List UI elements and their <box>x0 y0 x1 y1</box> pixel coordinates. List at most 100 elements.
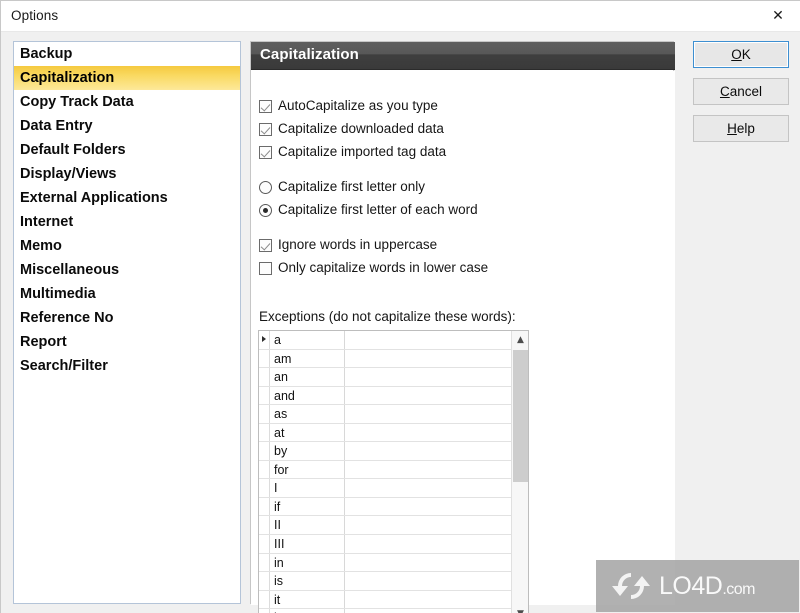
sidebar-item-label: Copy Track Data <box>20 94 134 110</box>
checkbox-checked-icon[interactable] <box>259 99 272 113</box>
close-icon[interactable]: ✕ <box>755 1 800 31</box>
chevron-up-icon[interactable]: ▲ <box>512 331 528 348</box>
row-gutter <box>259 497 270 516</box>
checkbox-checked-icon[interactable] <box>259 145 272 159</box>
sidebar-item-data-entry[interactable]: Data Entry <box>14 114 240 138</box>
checkbox-2[interactable]: Capitalize imported tag data <box>259 142 446 162</box>
sidebar-item-label: Data Entry <box>20 118 93 134</box>
ok-button[interactable]: OK <box>693 41 789 68</box>
sidebar-item-backup[interactable]: Backup <box>14 42 240 66</box>
row-empty-area <box>345 331 511 349</box>
exception-word: am <box>270 349 345 368</box>
radio-1-label: Capitalize first letter of each word <box>278 202 478 217</box>
sidebar-item-miscellaneous[interactable]: Miscellaneous <box>14 258 240 282</box>
row-gutter <box>259 609 270 613</box>
sidebar-item-display-views[interactable]: Display/Views <box>14 162 240 186</box>
sidebar-item-label: Internet <box>20 214 74 230</box>
table-row[interactable]: II <box>259 516 511 536</box>
exception-word: and <box>270 386 345 405</box>
table-row[interactable]: if <box>259 497 511 517</box>
row-empty-area <box>345 590 511 609</box>
help-button[interactable]: Help <box>693 115 789 142</box>
checkbox-checked-icon[interactable] <box>259 238 272 252</box>
row-gutter <box>259 386 270 405</box>
sidebar-item-internet[interactable]: Internet <box>14 210 240 234</box>
sidebar-item-label: Display/Views <box>20 166 117 182</box>
checkbox-1[interactable]: Capitalize downloaded data <box>259 119 444 139</box>
row-empty-area <box>345 609 511 613</box>
radio-unchecked-icon[interactable] <box>259 180 272 194</box>
table-row[interactable]: at <box>259 423 511 443</box>
button-label: elp <box>736 121 755 136</box>
sidebar-item-copy-track-data[interactable]: Copy Track Data <box>14 90 240 114</box>
row-gutter <box>259 553 270 572</box>
sidebar-item-label: Search/Filter <box>20 358 108 374</box>
table-row[interactable]: by <box>259 442 511 461</box>
table-row[interactable]: it <box>259 590 511 610</box>
cancel-button[interactable]: Cancel <box>693 78 789 105</box>
checkbox-0[interactable]: AutoCapitalize as you type <box>259 96 438 116</box>
sidebar-item-memo[interactable]: Memo <box>14 234 240 258</box>
title-bar: Options ✕ <box>1 1 800 32</box>
sidebar-item-label: Report <box>20 334 67 350</box>
table-row[interactable]: is <box>259 572 511 591</box>
row-gutter <box>259 423 270 442</box>
table-row[interactable]: I <box>259 479 511 498</box>
row-empty-area <box>345 479 511 497</box>
exception-word: an <box>270 368 345 386</box>
table-row[interactable]: it's <box>259 609 511 613</box>
table-row[interactable]: am <box>259 349 511 369</box>
sidebar-item-default-folders[interactable]: Default Folders <box>14 138 240 162</box>
sidebar-item-search-filter[interactable]: Search/Filter <box>14 354 240 378</box>
exception-word: by <box>270 442 345 460</box>
table-row[interactable]: a <box>259 331 511 350</box>
exceptions-grid[interactable]: aamanandasatbyforIifIIIIIinisitit's ▲ ▼ <box>258 330 529 613</box>
chevron-down-icon[interactable]: ▼ <box>512 605 528 613</box>
panel-title: Capitalization <box>260 46 359 63</box>
radio-0-label: Capitalize first letter only <box>278 179 426 194</box>
row-empty-area <box>345 535 511 553</box>
watermark-suffix: .com <box>722 580 755 598</box>
category-list[interactable]: Backup Capitalization Copy Track Data Data … <box>13 41 241 604</box>
radio-0[interactable]: Capitalize first letter only <box>259 177 425 197</box>
row-gutter <box>259 516 270 535</box>
row-gutter <box>259 590 270 609</box>
sidebar-item-reference-no[interactable]: Reference No <box>14 306 240 330</box>
row-gutter <box>259 572 270 590</box>
checkbox-lower-0[interactable]: Ignore words in uppercase <box>259 235 437 255</box>
button-mnemonic: C <box>719 84 730 99</box>
exceptions-scrollbar[interactable]: ▲ ▼ <box>511 331 528 613</box>
row-gutter <box>259 460 270 479</box>
row-empty-area <box>345 572 511 590</box>
sidebar-item-multimedia[interactable]: Multimedia <box>14 282 240 306</box>
exception-word: at <box>270 423 345 442</box>
settings-panel: Capitalization AutoCapitalize as you typ… <box>250 41 675 613</box>
table-row[interactable]: in <box>259 553 511 573</box>
table-row[interactable]: for <box>259 460 511 480</box>
radio-checked-icon[interactable] <box>259 203 272 217</box>
exception-word: II <box>270 516 345 535</box>
exception-word: it <box>270 590 345 609</box>
button-label: K <box>741 47 751 62</box>
sidebar-item-label: Multimedia <box>20 286 96 302</box>
scrollbar-thumb[interactable] <box>513 350 528 482</box>
sidebar-item-report[interactable]: Report <box>14 330 240 354</box>
sidebar-item-capitalization[interactable]: Capitalization <box>14 66 240 90</box>
current-row-indicator-icon <box>259 331 270 349</box>
table-row[interactable]: an <box>259 368 511 387</box>
sidebar-item-label: Capitalization <box>20 70 115 86</box>
checkbox-unchecked-icon[interactable] <box>259 261 272 275</box>
table-row[interactable]: as <box>259 405 511 424</box>
sidebar-item-label: Memo <box>20 238 62 254</box>
row-empty-area <box>345 442 511 460</box>
exception-word: in <box>270 553 345 572</box>
exceptions-grid-rows[interactable]: aamanandasatbyforIifIIIIIinisitit's <box>259 331 511 613</box>
sidebar-item-label: External Applications <box>20 190 168 206</box>
checkbox-checked-icon[interactable] <box>259 122 272 136</box>
table-row[interactable]: and <box>259 386 511 406</box>
checkbox-lower-1[interactable]: Only capitalize words in lower case <box>259 258 488 278</box>
radio-1[interactable]: Capitalize first letter of each word <box>259 200 478 220</box>
table-row[interactable]: III <box>259 535 511 554</box>
row-gutter <box>259 442 270 460</box>
sidebar-item-external-applications[interactable]: External Applications <box>14 186 240 210</box>
